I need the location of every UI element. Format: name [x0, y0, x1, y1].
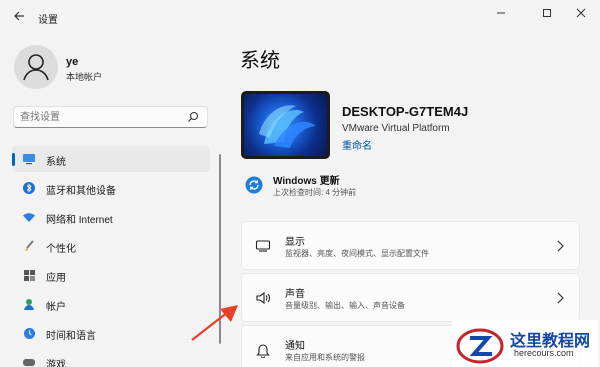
display-card[interactable]: 显示 监视器、亮度、夜间模式、显示配置文件	[241, 221, 580, 270]
title-bar: 设置	[0, 0, 600, 32]
bluetooth-icon	[22, 181, 36, 195]
sidebar-item-label: 系统	[46, 157, 66, 168]
back-button[interactable]	[10, 7, 28, 25]
maximize-icon	[543, 9, 551, 17]
close-button[interactable]	[568, 4, 594, 22]
chevron-right-icon	[557, 292, 564, 304]
globe-clock-icon	[22, 326, 36, 340]
account-type: 本地帐户	[66, 72, 103, 82]
avatar	[14, 45, 58, 89]
gamepad-icon	[22, 355, 36, 367]
minimize-icon	[497, 12, 505, 14]
sidebar-item-label: 个性化	[46, 244, 76, 255]
annotation-arrow	[191, 305, 238, 341]
sidebar-item-label: 蓝牙和其他设备	[46, 186, 116, 197]
card-subtitle: 监视器、亮度、夜间模式、显示配置文件	[285, 249, 429, 258]
search-icon[interactable]	[187, 111, 199, 123]
windows-update-icon[interactable]	[245, 176, 263, 194]
bell-icon	[255, 342, 271, 358]
sidebar-item-accounts[interactable]: 帐户	[12, 291, 210, 317]
sidebar-item-system[interactable]: 系统	[12, 146, 210, 172]
card-title: 通知	[285, 341, 305, 352]
monitor-icon	[22, 152, 36, 166]
sidebar-item-personalization[interactable]: 个性化	[12, 233, 210, 259]
windows-update-title[interactable]: Windows 更新	[273, 172, 340, 187]
sidebar-item-label: 游戏	[46, 360, 66, 367]
sidebar-item-apps[interactable]: 应用	[12, 262, 210, 288]
wallpaper-bloom-image	[259, 105, 316, 148]
sound-card[interactable]: 声音 音量级别、输出、输入、声音设备	[241, 273, 580, 322]
speaker-icon	[255, 290, 271, 306]
person-icon	[22, 297, 36, 311]
sidebar-item-bluetooth[interactable]: 蓝牙和其他设备	[12, 175, 210, 201]
device-name: DESKTOP-G7TEM4J	[342, 104, 469, 119]
brush-icon	[22, 239, 36, 253]
person-icon	[23, 54, 49, 81]
chevron-right-icon	[557, 240, 564, 252]
watermark-url: herecours.com	[514, 348, 574, 358]
device-wallpaper-thumbnail	[241, 91, 330, 159]
active-indicator	[12, 153, 15, 166]
card-subtitle: 来自应用和系统的警报	[285, 353, 365, 362]
wifi-icon	[22, 210, 36, 224]
back-arrow-icon	[14, 11, 24, 21]
card-subtitle: 音量级别、输出、输入、声音设备	[285, 301, 405, 310]
sidebar-item-gaming[interactable]: 游戏	[12, 349, 210, 367]
sidebar-item-label: 时间和语言	[46, 331, 96, 342]
search-box[interactable]	[13, 106, 208, 128]
display-icon	[255, 238, 271, 254]
sidebar-item-label: 帐户	[46, 302, 66, 313]
close-icon	[576, 8, 586, 18]
minimize-button[interactable]	[488, 4, 514, 22]
sidebar-item-label: 网络和 Internet	[46, 215, 113, 226]
device-model: VMware Virtual Platform	[342, 123, 450, 134]
page-title: 系统	[240, 50, 280, 72]
rename-link[interactable]: 重命名	[342, 137, 372, 152]
sidebar-item-label: 应用	[46, 273, 66, 284]
sidebar-item-network[interactable]: 网络和 Internet	[12, 204, 210, 230]
maximize-button[interactable]	[534, 4, 560, 22]
windows-update-status: 上次检查时间: 4 分钟前	[273, 188, 357, 197]
sidebar-item-time-language[interactable]: 时间和语言	[12, 320, 210, 346]
apps-icon	[22, 268, 36, 282]
user-name: ye	[66, 56, 79, 68]
search-input[interactable]	[20, 110, 180, 124]
card-title: 声音	[285, 289, 305, 300]
window-title: 设置	[38, 15, 58, 26]
card-title: 显示	[285, 237, 305, 248]
